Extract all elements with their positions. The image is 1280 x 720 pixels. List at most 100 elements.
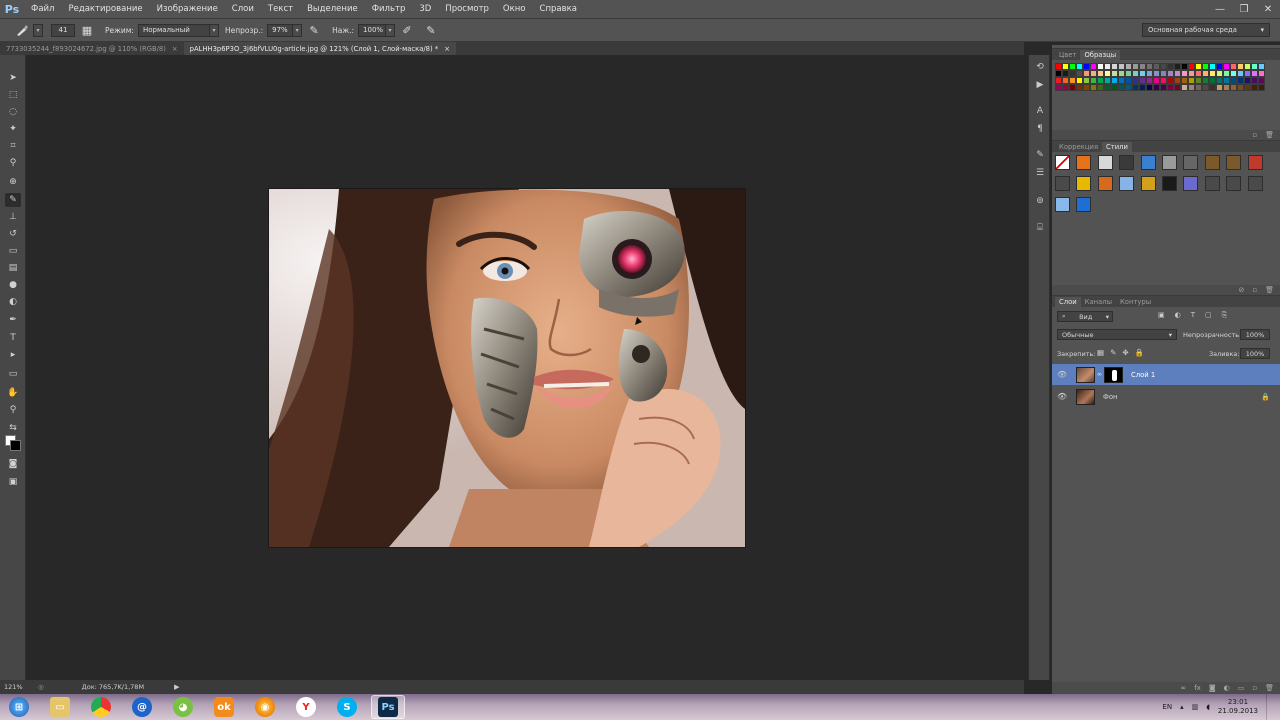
link-layers-icon[interactable]: ∞ xyxy=(1180,684,1186,692)
trash-icon[interactable]: 🗑 xyxy=(1265,286,1274,294)
color-swatch[interactable] xyxy=(1125,84,1132,91)
style-preset[interactable] xyxy=(1204,155,1220,170)
color-swatch[interactable] xyxy=(1160,84,1167,91)
smart-object-filter-icon[interactable]: ⎘ xyxy=(1222,311,1228,320)
color-swatch[interactable] xyxy=(1251,70,1258,77)
tool-preset-dropdown[interactable]: ▾ xyxy=(33,23,43,37)
color-swatch[interactable] xyxy=(1202,70,1209,77)
paragraph-icon[interactable]: ¶ xyxy=(1032,122,1048,136)
tab-channels[interactable]: Каналы xyxy=(1081,297,1116,307)
color-swatch[interactable] xyxy=(1223,77,1230,84)
style-preset[interactable] xyxy=(1076,176,1092,191)
color-swatch[interactable] xyxy=(1090,77,1097,84)
tab-adjustments[interactable]: Коррекция xyxy=(1055,142,1102,152)
style-preset[interactable] xyxy=(1055,197,1070,212)
color-swatch[interactable] xyxy=(1188,84,1195,91)
adjustment-layer-icon[interactable]: ◐ xyxy=(1224,684,1230,692)
menu-item[interactable]: Справка xyxy=(533,0,584,18)
color-swatch[interactable] xyxy=(1251,63,1258,70)
style-preset[interactable] xyxy=(1162,176,1177,191)
quick-mask-icon[interactable]: ◙ xyxy=(5,457,21,471)
color-swatch[interactable] xyxy=(1062,84,1069,91)
menu-item[interactable]: Редактирование xyxy=(61,0,149,18)
style-preset[interactable] xyxy=(1162,155,1177,170)
healing-brush-tool-icon[interactable]: ⊕ xyxy=(5,175,21,189)
style-preset[interactable] xyxy=(1119,155,1135,170)
taskbar-explorer[interactable]: ▭ xyxy=(43,695,77,719)
start-button[interactable]: ⊞ xyxy=(2,695,36,719)
color-swatch[interactable] xyxy=(1111,77,1118,84)
color-swatch[interactable] xyxy=(1160,77,1167,84)
color-swatch[interactable] xyxy=(1195,84,1202,91)
color-swatch[interactable] xyxy=(1209,84,1216,91)
menu-item[interactable]: Слои xyxy=(225,0,261,18)
brush-tool-icon[interactable] xyxy=(14,22,30,38)
style-preset[interactable] xyxy=(1226,155,1242,170)
style-preset[interactable] xyxy=(1097,176,1113,191)
zoom-level[interactable]: 121% xyxy=(4,683,34,691)
color-swatch[interactable] xyxy=(1111,84,1118,91)
color-swatch[interactable] xyxy=(1139,84,1146,91)
color-swatch[interactable] xyxy=(1118,63,1125,70)
color-swatch[interactable] xyxy=(1076,63,1083,70)
color-swatch[interactable] xyxy=(1237,77,1244,84)
color-swatch[interactable] xyxy=(1132,84,1139,91)
style-preset[interactable] xyxy=(1183,176,1199,191)
restore-button[interactable]: ❐ xyxy=(1232,0,1256,18)
color-swatch[interactable] xyxy=(1230,70,1237,77)
taskbar-mail[interactable]: @ xyxy=(125,695,159,719)
color-swatch[interactable] xyxy=(1209,63,1216,70)
brush-size-picker[interactable]: 41 xyxy=(51,23,75,37)
style-preset[interactable] xyxy=(1097,155,1113,170)
layer-opacity-field[interactable]: 100% xyxy=(1240,329,1270,340)
color-swatch[interactable] xyxy=(1097,84,1104,91)
color-swatch[interactable] xyxy=(1216,70,1223,77)
color-swatch[interactable] xyxy=(1188,63,1195,70)
lock-pixels-icon[interactable]: ✎ xyxy=(1110,348,1116,357)
color-swatch[interactable] xyxy=(1153,84,1160,91)
layer-blend-mode-select[interactable]: Обычные ▾ xyxy=(1057,329,1177,340)
color-swatch[interactable] xyxy=(1167,63,1174,70)
chevron-down-icon[interactable]: ▾ xyxy=(292,23,303,37)
color-swatch[interactable] xyxy=(1139,63,1146,70)
eyedropper-tool-icon[interactable]: ⚲ xyxy=(5,156,21,170)
clone-source-icon[interactable]: ⊚ xyxy=(1032,194,1048,208)
color-swatch[interactable] xyxy=(1076,70,1083,77)
style-preset[interactable] xyxy=(1247,176,1263,191)
workspace-switcher[interactable]: Основная рабочая среда ▾ xyxy=(1142,23,1270,37)
color-swatch[interactable] xyxy=(1202,84,1209,91)
close-icon[interactable]: × xyxy=(172,45,178,53)
color-swatch[interactable] xyxy=(1188,77,1195,84)
airbrush-icon[interactable]: ✐ xyxy=(399,22,415,38)
color-swatch[interactable] xyxy=(1125,77,1132,84)
style-preset[interactable] xyxy=(1140,155,1156,170)
trash-icon[interactable]: 🗑 xyxy=(1265,131,1274,139)
eraser-tool-icon[interactable]: ▭ xyxy=(5,244,21,258)
layer-style-icon[interactable]: fx xyxy=(1194,684,1201,692)
menu-item[interactable]: Окно xyxy=(496,0,533,18)
color-swatch[interactable] xyxy=(1090,63,1097,70)
tablet-size-icon[interactable]: ✎ xyxy=(423,22,439,38)
style-preset[interactable] xyxy=(1247,155,1263,170)
canvas-area[interactable] xyxy=(27,55,1017,680)
color-swatch[interactable] xyxy=(1062,63,1069,70)
gradient-tool-icon[interactable]: ▤ xyxy=(5,261,21,275)
taskbar-odnoklassniki[interactable]: ok xyxy=(207,695,241,719)
color-swatch[interactable] xyxy=(1118,77,1125,84)
color-swatch[interactable] xyxy=(1104,84,1111,91)
layer-row-selected[interactable]: 👁 ∞ Слой 1 xyxy=(1052,364,1280,385)
crop-tool-icon[interactable]: ⌗ xyxy=(5,139,21,153)
style-preset[interactable] xyxy=(1183,155,1199,170)
color-swatch[interactable] xyxy=(1167,77,1174,84)
color-swatch[interactable] xyxy=(1160,63,1167,70)
color-swatch[interactable] xyxy=(1083,77,1090,84)
color-swatch[interactable] xyxy=(1223,63,1230,70)
menu-item[interactable]: Выделение xyxy=(300,0,365,18)
color-swatch[interactable] xyxy=(1174,84,1181,91)
tab-color[interactable]: Цвет xyxy=(1055,50,1080,60)
color-swatch[interactable] xyxy=(1090,84,1097,91)
color-swatch[interactable] xyxy=(1111,63,1118,70)
pixel-filter-icon[interactable]: ▣ xyxy=(1158,311,1165,320)
menu-item[interactable]: 3D xyxy=(412,0,438,18)
layer-mask-thumbnail[interactable] xyxy=(1104,366,1123,383)
